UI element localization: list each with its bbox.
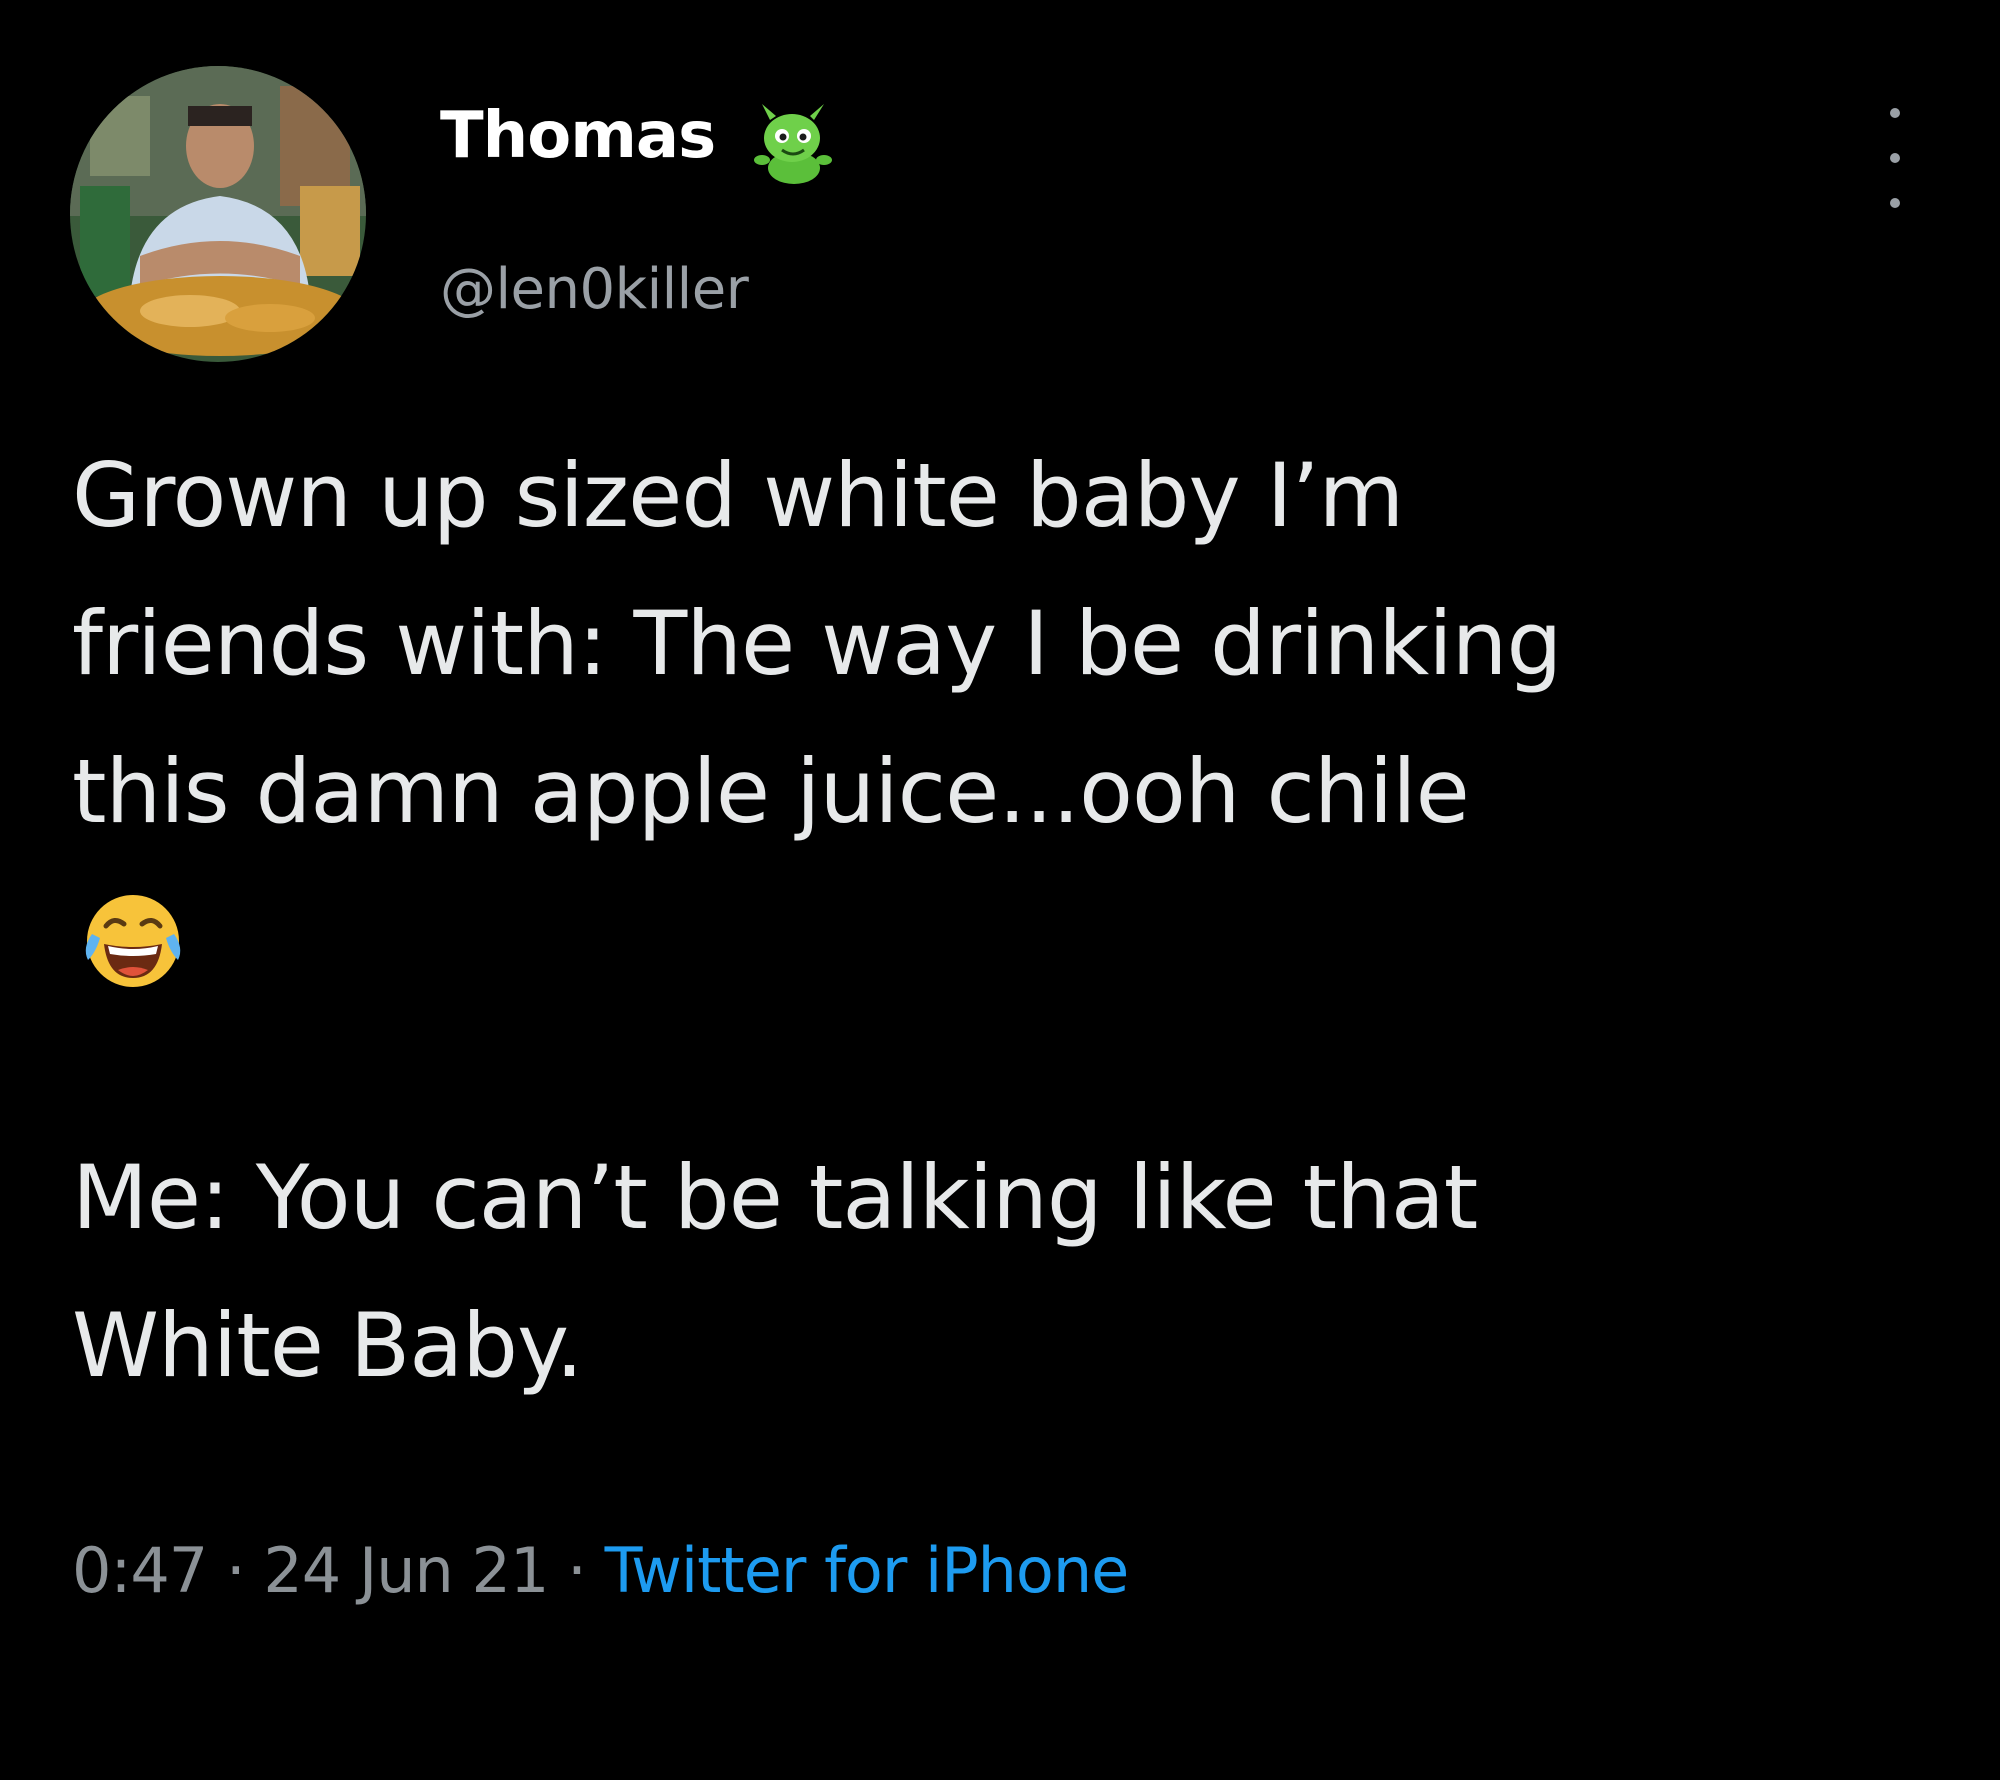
tweet-date[interactable]: 24 Jun 21 bbox=[263, 1534, 549, 1607]
tweet-text-line: this damn apple juice...ooh chile bbox=[72, 740, 1470, 843]
vertical-ellipsis-icon bbox=[1890, 153, 1900, 163]
meta-separator: · bbox=[548, 1534, 605, 1607]
tweet-text: Grown up sized white baby I’m friends wi… bbox=[72, 422, 1962, 1420]
tweet-text-line: Me: You can’t be talking like that bbox=[72, 1146, 1478, 1249]
tweet-text-line: White Baby. bbox=[72, 1294, 584, 1397]
tweet-source-link[interactable]: Twitter for iPhone bbox=[605, 1534, 1130, 1607]
tweet-meta: 0:47 · 24 Jun 21 · Twitter for iPhone bbox=[72, 1540, 1129, 1602]
more-options-button[interactable] bbox=[1880, 108, 1910, 208]
avatar-photo bbox=[70, 66, 366, 362]
face-with-tears-of-joy-emoji bbox=[85, 895, 181, 987]
author-display-name[interactable]: Thomas bbox=[440, 104, 716, 168]
tweet-time[interactable]: 0:47 bbox=[72, 1534, 208, 1607]
tweet-emoji-line bbox=[72, 866, 1962, 1014]
vertical-ellipsis-icon bbox=[1890, 198, 1900, 208]
author-handle[interactable]: @len0killer bbox=[440, 262, 749, 318]
vertical-ellipsis-icon bbox=[1890, 108, 1900, 118]
meta-separator: · bbox=[207, 1534, 264, 1607]
tweet-text-line: friends with: The way I be drinking bbox=[72, 592, 1562, 695]
tweet: Thomas @len0killer Grown up sized white … bbox=[0, 0, 2000, 1780]
tweet-text-line: Grown up sized white baby I’m bbox=[72, 444, 1404, 547]
alien-monster-emoji bbox=[754, 104, 832, 184]
avatar[interactable] bbox=[70, 66, 366, 362]
tweet-spacer bbox=[72, 1014, 1962, 1124]
